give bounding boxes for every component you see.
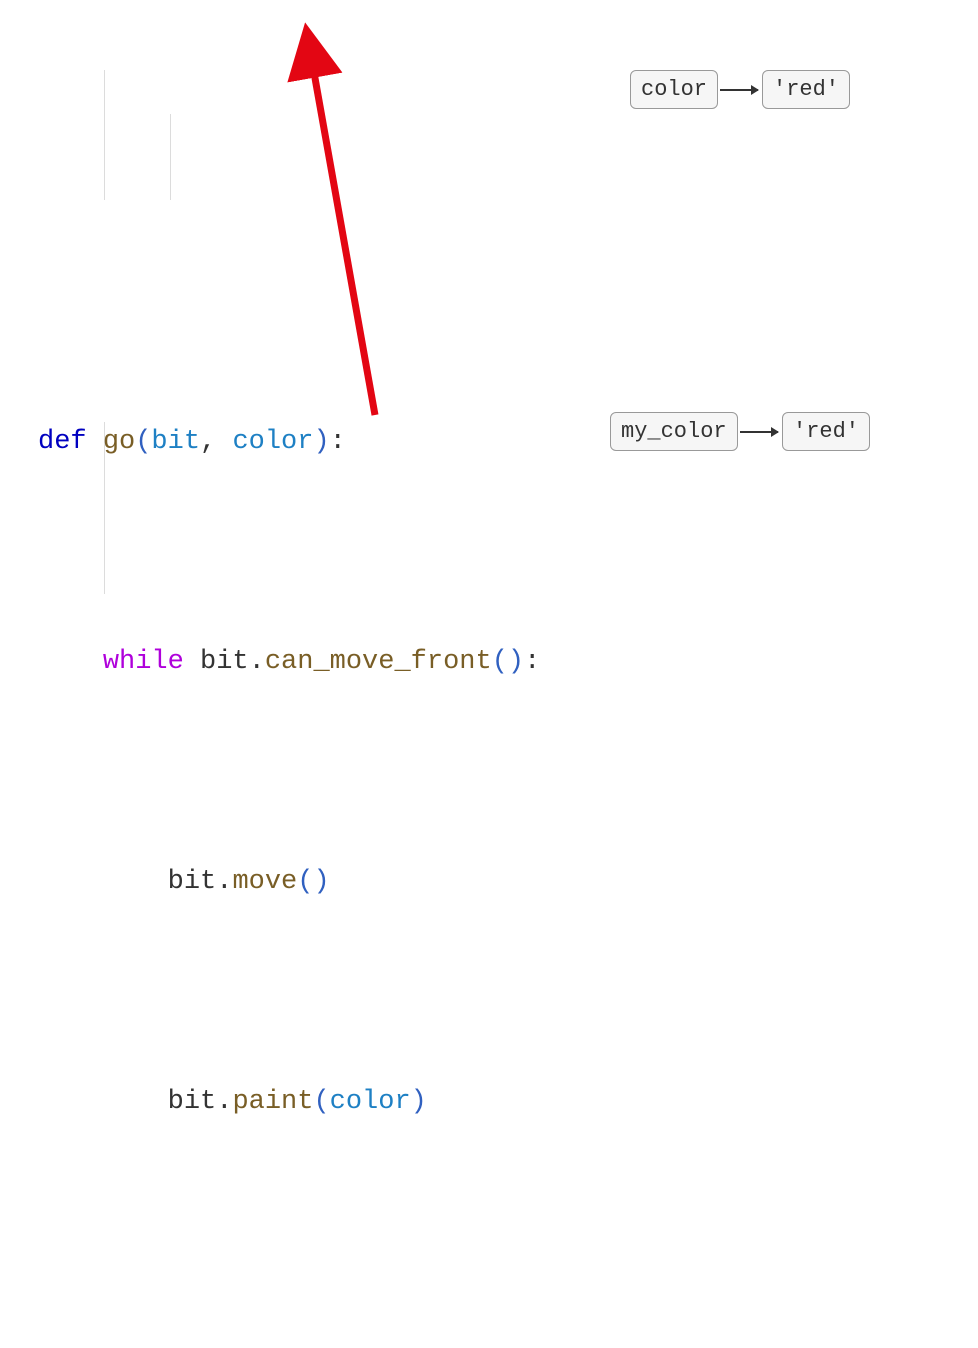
colon: :: [330, 427, 346, 457]
comma: ,: [200, 427, 232, 457]
arg-color: color: [330, 1087, 411, 1117]
code-line: def go(bit, color):: [38, 420, 540, 464]
method-move: move: [232, 867, 297, 897]
code-line: bit.move(): [38, 860, 540, 904]
object-bit: bit: [200, 647, 249, 677]
colon: :: [524, 647, 540, 677]
dot: .: [216, 1087, 232, 1117]
object-bit: bit: [168, 867, 217, 897]
diagram-var-label: my_color: [621, 419, 727, 444]
param-color: color: [232, 427, 313, 457]
diagram-value-label: 'red': [773, 77, 839, 102]
dot: .: [216, 867, 232, 897]
code-line: bit.paint(color): [38, 1080, 540, 1124]
indent: [38, 1087, 168, 1117]
diagram-value-label: 'red': [793, 419, 859, 444]
method-can-move-front: can_move_front: [265, 647, 492, 677]
paren-close: ): [313, 867, 329, 897]
indent-guide: [104, 70, 105, 200]
diagram-arrow: [720, 89, 758, 91]
paren-open: (: [492, 647, 508, 677]
blank-line: [38, 1300, 540, 1344]
function-name: go: [103, 427, 135, 457]
indent-guide: [170, 114, 171, 200]
indent: [38, 647, 103, 677]
dot: .: [249, 647, 265, 677]
paren-open: (: [135, 427, 151, 457]
indent: [38, 867, 168, 897]
paren-close: ): [508, 647, 524, 677]
paren-open: (: [297, 867, 313, 897]
diagram-box-color: color: [630, 70, 718, 109]
diagram-arrow: [740, 431, 778, 433]
diagram-box-red-2: 'red': [782, 412, 870, 451]
param-bit: bit: [151, 427, 200, 457]
diagram-var-label: color: [641, 77, 707, 102]
code-block: def go(bit, color): while bit.can_move_f…: [38, 24, 540, 1348]
paren-open: (: [313, 1087, 329, 1117]
diagram-box-my-color: my_color: [610, 412, 738, 451]
object-bit: bit: [168, 1087, 217, 1117]
keyword-def: def: [38, 427, 103, 457]
diagram-box-red: 'red': [762, 70, 850, 109]
paren-close: ): [313, 427, 329, 457]
method-paint: paint: [232, 1087, 313, 1117]
keyword-while: while: [103, 647, 200, 677]
paren-close: ): [411, 1087, 427, 1117]
code-line: while bit.can_move_front():: [38, 640, 540, 684]
